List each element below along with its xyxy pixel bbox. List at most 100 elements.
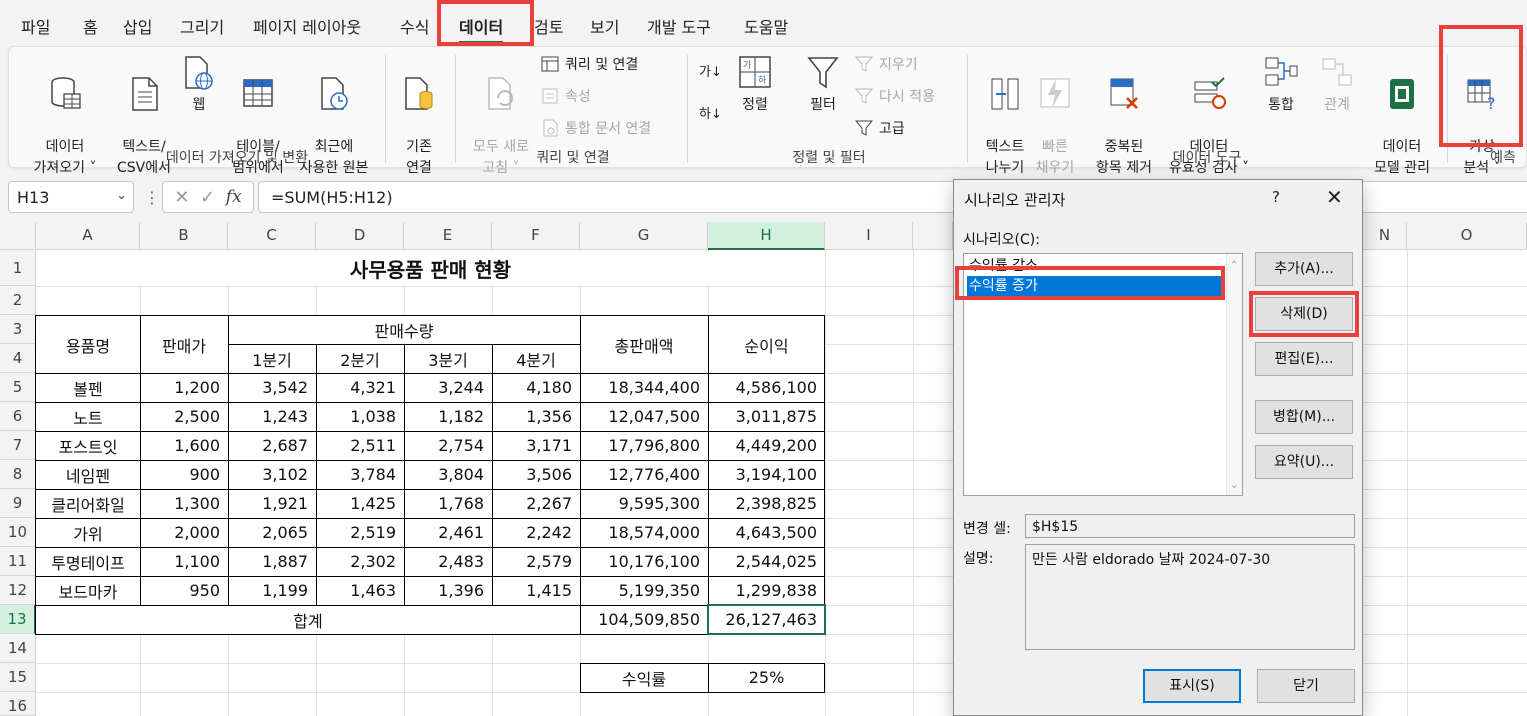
- row-header-11[interactable]: 11: [0, 547, 36, 576]
- edit-links-button[interactable]: 통합 문서 연결: [541, 118, 651, 138]
- rate-value[interactable]: 25%: [708, 663, 825, 692]
- table-cell-q4[interactable]: 3,506: [492, 460, 580, 489]
- table-cell-item-name[interactable]: 볼펜: [36, 373, 140, 402]
- relationships-button[interactable]: 관계: [1315, 55, 1359, 116]
- tab-insert[interactable]: 삽입: [123, 14, 152, 38]
- table-cell-q4[interactable]: 2,267: [492, 489, 580, 518]
- column-header-e[interactable]: E: [404, 222, 492, 250]
- scenarios-list[interactable]: 수익률 감소 수익률 증가 ⌃ ⌄: [963, 253, 1243, 496]
- table-cell-q1[interactable]: 1,199: [228, 576, 316, 605]
- active-cell-h13[interactable]: [707, 604, 826, 635]
- table-cell-q2[interactable]: 1,038: [316, 402, 404, 431]
- table-cell-price[interactable]: 2,000: [140, 518, 228, 547]
- table-cell-item-name[interactable]: 클리어화일: [36, 489, 140, 518]
- table-cell-q2[interactable]: 1,463: [316, 576, 404, 605]
- table-cell-q3[interactable]: 3,804: [404, 460, 492, 489]
- queries-connections-button[interactable]: 쿼리 및 연결: [541, 54, 638, 74]
- row-header-10[interactable]: 10: [0, 518, 36, 547]
- table-cell-total[interactable]: 10,176,100: [580, 547, 708, 576]
- row-header-6[interactable]: 6: [0, 402, 36, 431]
- tab-data[interactable]: 데이터: [459, 14, 504, 44]
- column-header-g[interactable]: G: [580, 222, 708, 250]
- column-header-f[interactable]: F: [492, 222, 580, 250]
- table-cell-item-name[interactable]: 가위: [36, 518, 140, 547]
- row-header-7[interactable]: 7: [0, 431, 36, 460]
- column-header-d[interactable]: D: [316, 222, 404, 250]
- table-cell-total[interactable]: 12,047,500: [580, 402, 708, 431]
- tab-help[interactable]: 도움말: [744, 14, 788, 38]
- tab-home[interactable]: 홈: [83, 14, 98, 38]
- table-cell-profit[interactable]: 1,299,838: [708, 576, 825, 605]
- table-cell-price[interactable]: 1,600: [140, 431, 228, 460]
- table-cell-q2[interactable]: 1,425: [316, 489, 404, 518]
- tab-formulas[interactable]: 수식: [400, 14, 429, 38]
- row-header-4[interactable]: 4: [0, 344, 36, 373]
- table-cell-price[interactable]: 950: [140, 576, 228, 605]
- column-header-o[interactable]: O: [1407, 222, 1527, 250]
- tab-developer[interactable]: 개발 도구: [647, 14, 711, 38]
- reapply-button[interactable]: 다시 적용: [855, 86, 935, 106]
- cancel-icon[interactable]: ✕: [174, 187, 189, 208]
- table-cell-profit[interactable]: 4,586,100: [708, 373, 825, 402]
- row-header-14[interactable]: 14: [0, 634, 36, 663]
- close-icon[interactable]: ✕: [1326, 185, 1343, 209]
- table-cell-q2[interactable]: 2,519: [316, 518, 404, 547]
- table-cell-price[interactable]: 900: [140, 460, 228, 489]
- table-cell-q4[interactable]: 4,180: [492, 373, 580, 402]
- advanced-filter-button[interactable]: 고급: [855, 118, 905, 138]
- table-cell-total[interactable]: 9,595,300: [580, 489, 708, 518]
- table-cell-total[interactable]: 17,796,800: [580, 431, 708, 460]
- table-cell-q2[interactable]: 4,321: [316, 373, 404, 402]
- tab-page-layout[interactable]: 페이지 레이아웃: [253, 14, 361, 38]
- row-header-5[interactable]: 5: [0, 373, 36, 402]
- row-header-3[interactable]: 3: [0, 315, 36, 344]
- table-cell-q3[interactable]: 1,396: [404, 576, 492, 605]
- table-cell-q4[interactable]: 3,171: [492, 431, 580, 460]
- help-icon[interactable]: ?: [1272, 188, 1280, 206]
- table-cell-q1[interactable]: 3,542: [228, 373, 316, 402]
- table-cell-q1[interactable]: 1,243: [228, 402, 316, 431]
- chevron-down-icon[interactable]: ⌄: [116, 188, 127, 203]
- column-header-a[interactable]: A: [36, 222, 140, 250]
- row-header-2[interactable]: 2: [0, 286, 36, 315]
- tab-draw[interactable]: 그리기: [180, 14, 224, 38]
- tab-review[interactable]: 검토: [534, 14, 563, 38]
- table-cell-price[interactable]: 1,300: [140, 489, 228, 518]
- row-header-1[interactable]: 1: [0, 250, 36, 286]
- column-header-n[interactable]: N: [1363, 222, 1407, 250]
- name-box[interactable]: H13 ⌄: [8, 181, 134, 213]
- table-cell-q1[interactable]: 2,687: [228, 431, 316, 460]
- row-header-12[interactable]: 12: [0, 576, 36, 605]
- sort-button[interactable]: 가하 정렬: [733, 55, 777, 116]
- table-cell-q1[interactable]: 2,065: [228, 518, 316, 547]
- table-cell-price[interactable]: 1,100: [140, 547, 228, 576]
- list-item-selected[interactable]: 수익률 증가: [967, 276, 1223, 296]
- table-cell-profit[interactable]: 3,011,875: [708, 402, 825, 431]
- tab-file[interactable]: 파일: [21, 14, 50, 38]
- table-cell-q4[interactable]: 1,356: [492, 402, 580, 431]
- table-cell-q3[interactable]: 1,182: [404, 402, 492, 431]
- scroll-up-icon[interactable]: ⌃: [1230, 260, 1238, 271]
- edit-button[interactable]: 편집(E)...: [1255, 342, 1353, 376]
- select-all-corner[interactable]: [0, 222, 36, 250]
- table-cell-q2[interactable]: 2,302: [316, 547, 404, 576]
- column-header-i[interactable]: I: [825, 222, 913, 250]
- table-cell-profit[interactable]: 4,449,200: [708, 431, 825, 460]
- table-cell-q2[interactable]: 3,784: [316, 460, 404, 489]
- table-cell-q4[interactable]: 2,242: [492, 518, 580, 547]
- scroll-down-icon[interactable]: ⌄: [1230, 480, 1238, 491]
- summary-button[interactable]: 요약(U)...: [1255, 445, 1353, 479]
- properties-button[interactable]: 속성: [541, 86, 591, 106]
- row-header-16[interactable]: 16: [0, 692, 36, 716]
- tab-view[interactable]: 보기: [590, 14, 619, 38]
- close-button[interactable]: 닫기: [1257, 669, 1355, 703]
- table-cell-total[interactable]: 18,344,400: [580, 373, 708, 402]
- table-cell-q1[interactable]: 1,921: [228, 489, 316, 518]
- column-header-h[interactable]: H: [708, 222, 825, 250]
- table-cell-profit[interactable]: 3,194,100: [708, 460, 825, 489]
- table-cell-price[interactable]: 1,200: [140, 373, 228, 402]
- table-cell-total[interactable]: 12,776,400: [580, 460, 708, 489]
- web-button[interactable]: 웹: [179, 55, 219, 116]
- table-cell-profit[interactable]: 2,544,025: [708, 547, 825, 576]
- filter-button[interactable]: 필터: [801, 55, 845, 116]
